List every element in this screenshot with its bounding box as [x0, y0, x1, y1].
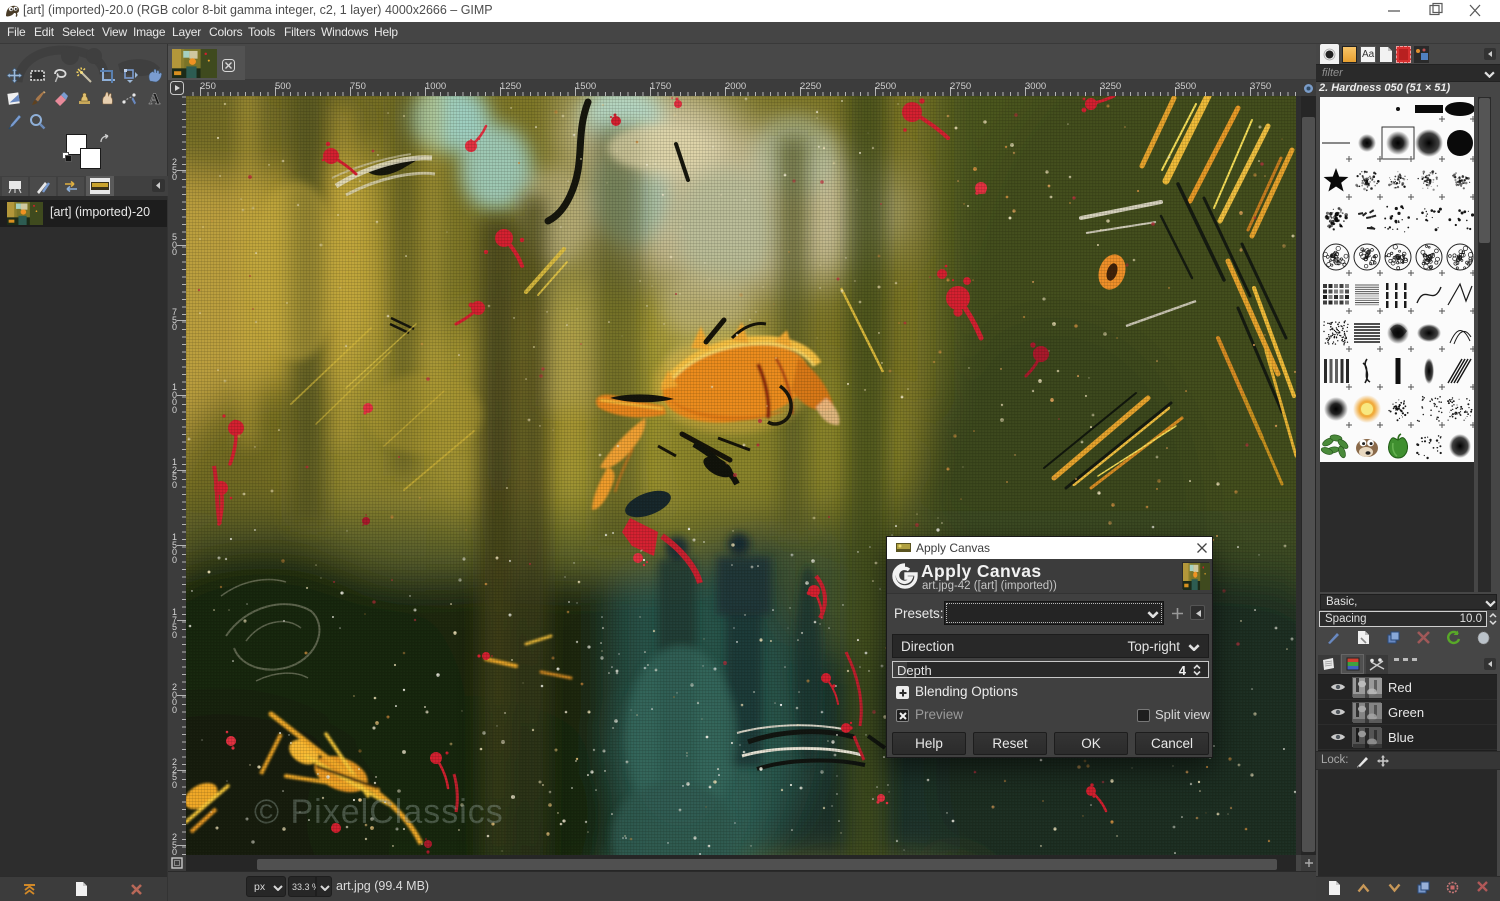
svg-text:A: A — [149, 91, 161, 107]
